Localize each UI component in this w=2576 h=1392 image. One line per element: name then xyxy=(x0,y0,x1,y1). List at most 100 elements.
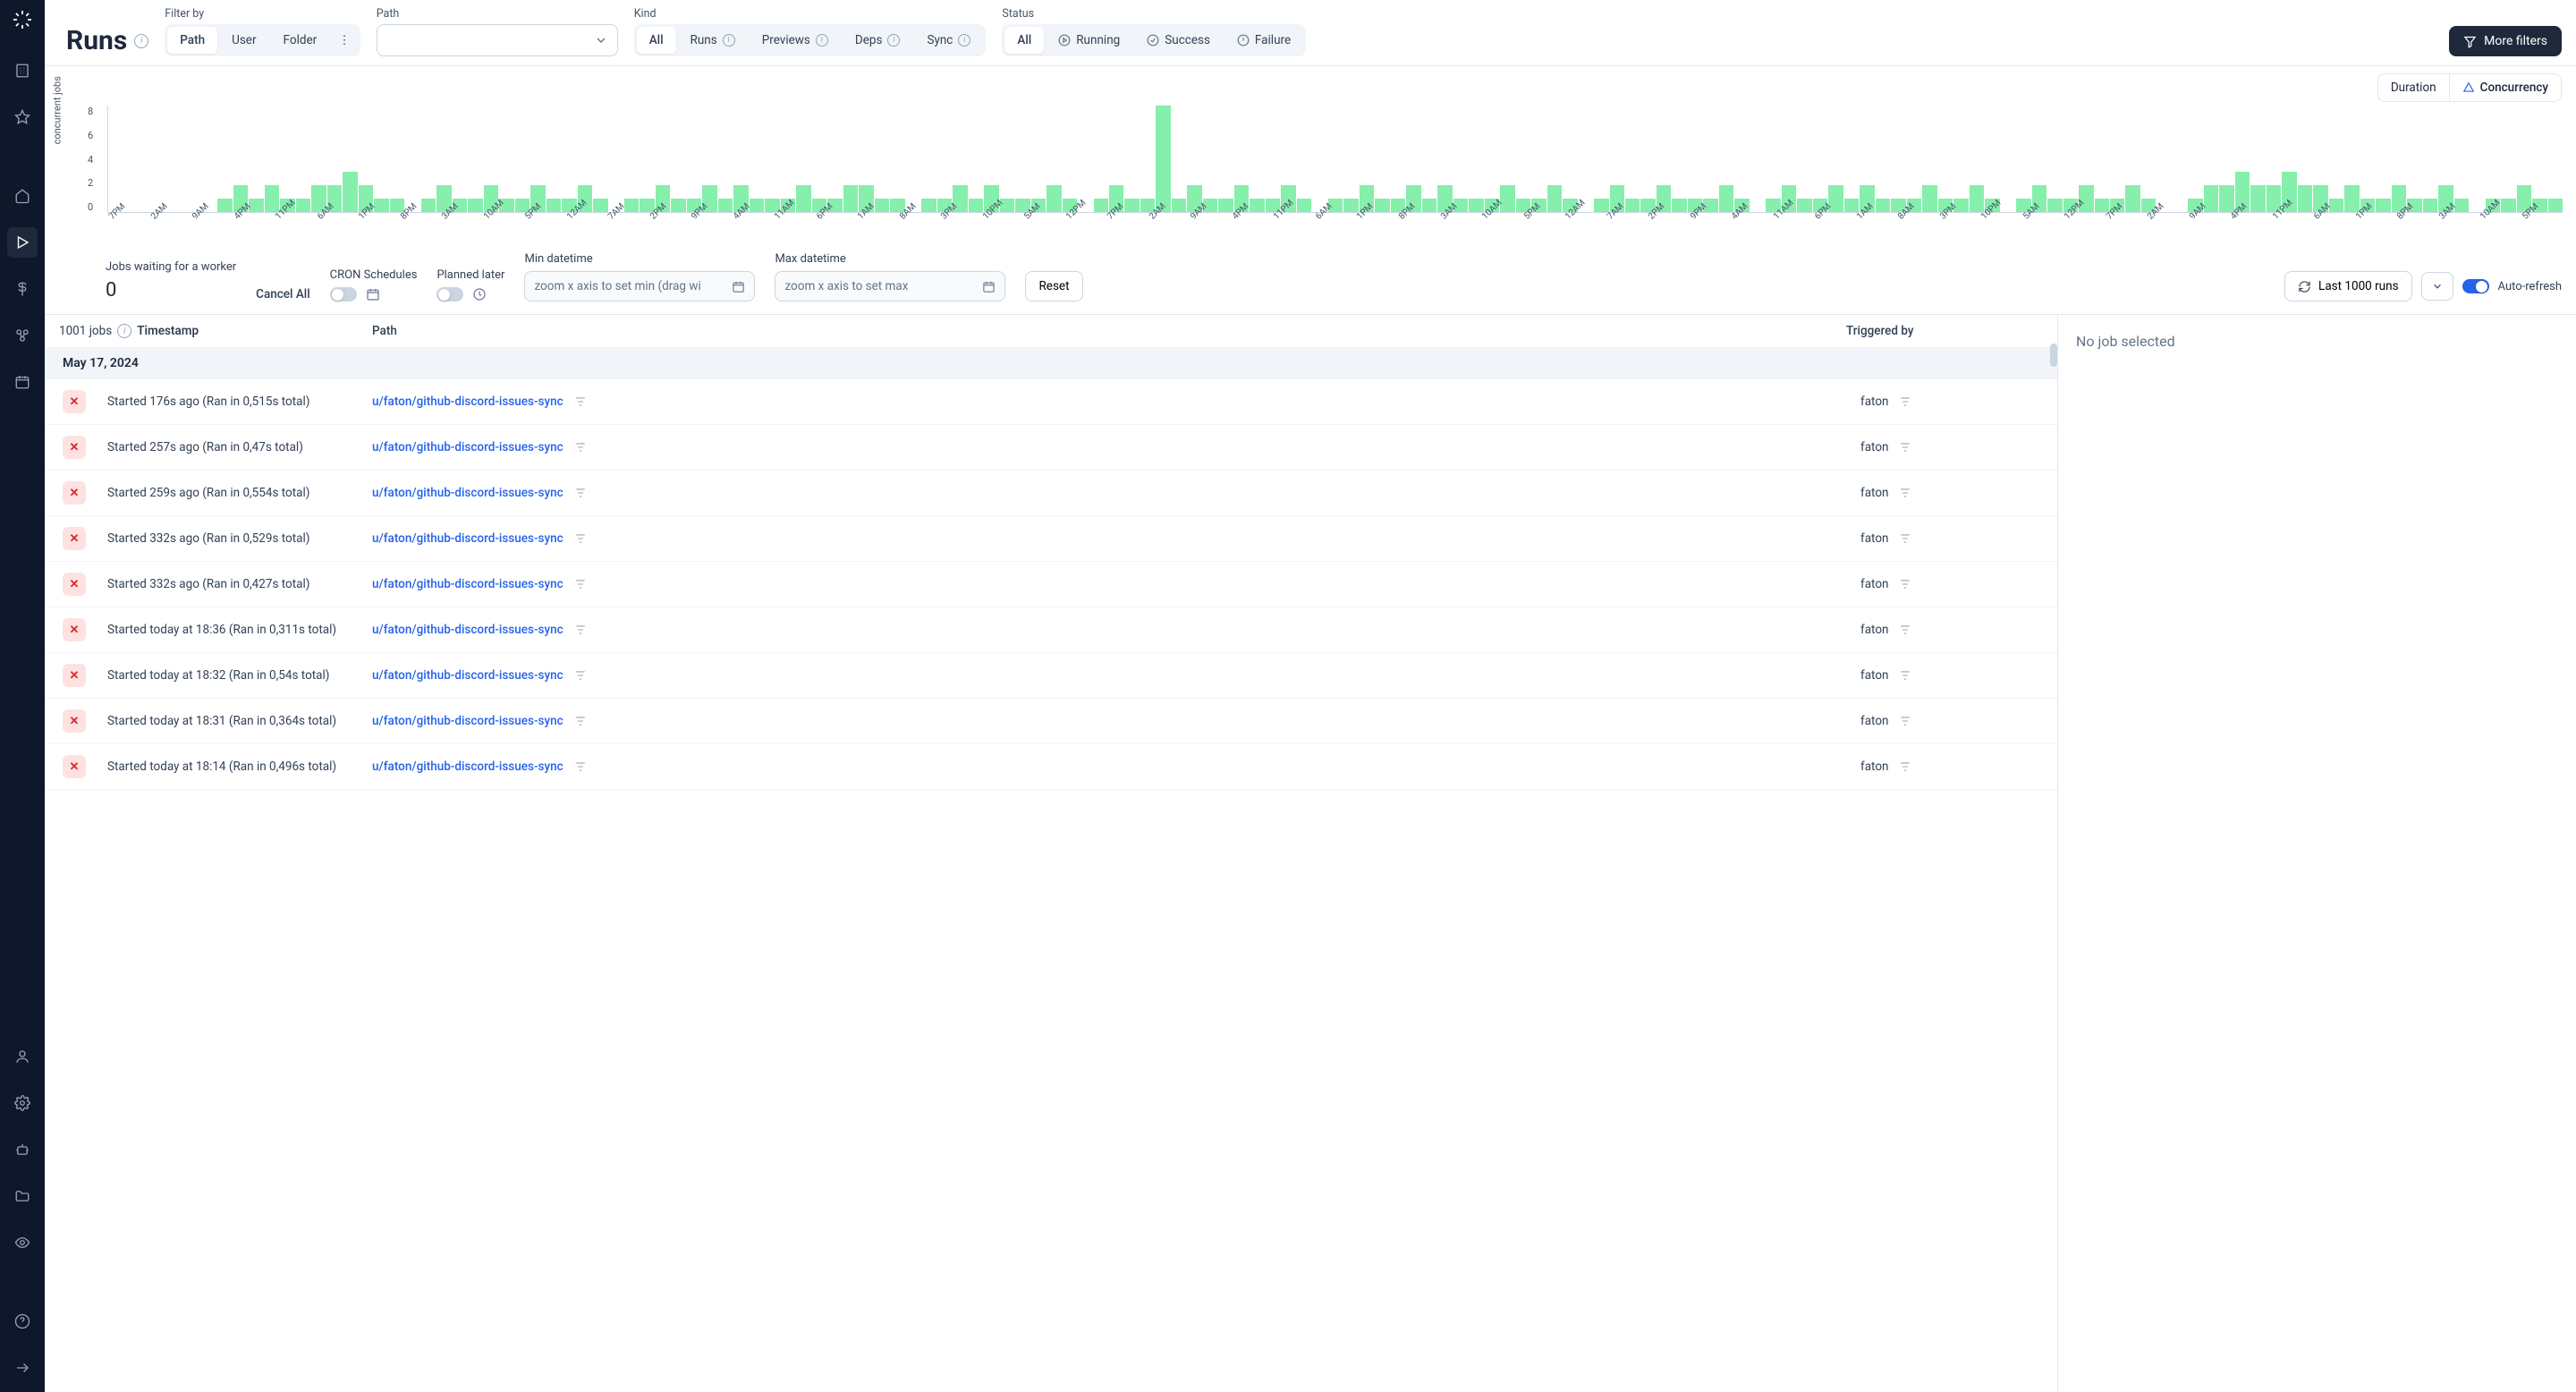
status-fail-icon: ✕ xyxy=(63,664,86,687)
status-all[interactable]: All xyxy=(1004,27,1044,54)
filter-icon[interactable] xyxy=(1899,532,1911,545)
kind-all[interactable]: All xyxy=(637,27,676,54)
run-path: u/faton/github-discord-issues-sync xyxy=(372,668,1860,683)
sidebar-eye-icon[interactable] xyxy=(7,1227,38,1258)
run-path-link[interactable]: u/faton/github-discord-issues-sync xyxy=(372,486,564,500)
status-failure[interactable]: Failure xyxy=(1224,27,1303,54)
filter-icon[interactable] xyxy=(574,441,587,454)
last-runs-dropdown[interactable] xyxy=(2421,272,2453,301)
tab-duration[interactable]: Duration xyxy=(2377,73,2450,102)
filter-icon[interactable] xyxy=(574,395,587,408)
col-triggered[interactable]: Triggered by xyxy=(1846,324,2043,338)
sidebar-user-icon[interactable] xyxy=(7,1041,38,1072)
cancel-all-button[interactable]: Cancel All xyxy=(256,287,310,301)
kind-deps[interactable]: Depsi xyxy=(843,27,913,54)
sidebar-runs-icon[interactable] xyxy=(7,227,38,258)
filter-icon[interactable] xyxy=(574,532,587,545)
table-row[interactable]: ✕ Started 332s ago (Ran in 0,529s total)… xyxy=(45,516,2057,562)
filter-by-folder[interactable]: Folder xyxy=(271,27,330,54)
run-timestamp: Started 257s ago (Ran in 0,47s total) xyxy=(107,440,372,454)
col-path[interactable]: Path xyxy=(247,324,1846,338)
filter-icon[interactable] xyxy=(574,669,587,682)
run-triggered-by: faton xyxy=(1860,440,2039,454)
run-path-link[interactable]: u/faton/github-discord-issues-sync xyxy=(372,440,564,454)
filter-icon[interactable] xyxy=(574,578,587,590)
sidebar-help-icon[interactable] xyxy=(7,1306,38,1337)
run-timestamp: Started today at 18:31 (Ran in 0,364s to… xyxy=(107,714,372,728)
last-runs-button[interactable]: Last 1000 runs xyxy=(2284,271,2411,301)
col-timestamp[interactable]: Timestamp xyxy=(137,324,199,338)
filter-icon[interactable] xyxy=(1899,715,1911,727)
scrollbar[interactable] xyxy=(2050,344,2057,367)
run-path-link[interactable]: u/faton/github-discord-issues-sync xyxy=(372,395,564,409)
jobs-waiting: Jobs waiting for a worker 0 xyxy=(106,260,236,301)
filter-icon[interactable] xyxy=(1899,487,1911,499)
run-path-link[interactable]: u/faton/github-discord-issues-sync xyxy=(372,714,564,728)
table-row[interactable]: ✕ Started 259s ago (Ran in 0,554s total)… xyxy=(45,471,2057,516)
max-dt-col: Max datetime zoom x axis to set max xyxy=(775,252,1005,301)
logo-icon xyxy=(12,9,33,30)
auto-refresh-toggle[interactable] xyxy=(2462,279,2489,293)
filter-icon[interactable] xyxy=(1899,760,1911,773)
refresh-icon xyxy=(2298,280,2311,293)
run-path-link[interactable]: u/faton/github-discord-issues-sync xyxy=(372,760,564,774)
kind-previews[interactable]: Previewsi xyxy=(750,27,841,54)
max-datetime-input[interactable]: zoom x axis to set max xyxy=(775,271,1005,301)
sidebar-home-icon[interactable] xyxy=(7,181,38,211)
status-running[interactable]: Running xyxy=(1046,27,1132,54)
path-select[interactable] xyxy=(377,24,618,56)
sidebar-dollar-icon[interactable] xyxy=(7,274,38,304)
run-path-link[interactable]: u/faton/github-discord-issues-sync xyxy=(372,577,564,591)
table-row[interactable]: ✕ Started 176s ago (Ran in 0,515s total)… xyxy=(45,379,2057,425)
filter-icon[interactable] xyxy=(1899,578,1911,590)
run-path-link[interactable]: u/faton/github-discord-issues-sync xyxy=(372,531,564,546)
table-row[interactable]: ✕ Started today at 18:14 (Ran in 0,496s … xyxy=(45,744,2057,790)
planned-toggle[interactable] xyxy=(436,287,463,301)
filter-icon[interactable] xyxy=(574,715,587,727)
kind-label: Kind xyxy=(634,7,987,21)
table-row[interactable]: ✕ Started today at 18:31 (Ran in 0,364s … xyxy=(45,699,2057,744)
filter-icon[interactable] xyxy=(574,760,587,773)
more-filters-button[interactable]: More filters xyxy=(2449,26,2562,56)
kind-runs[interactable]: Runsi xyxy=(678,27,748,54)
table-row[interactable]: ✕ Started today at 18:36 (Ran in 0,311s … xyxy=(45,607,2057,653)
sidebar-logout-icon[interactable] xyxy=(7,1353,38,1383)
run-timestamp: Started 176s ago (Ran in 0,515s total) xyxy=(107,395,372,409)
run-triggered-by: faton xyxy=(1860,714,2039,728)
table-row[interactable]: ✕ Started 257s ago (Ran in 0,47s total) … xyxy=(45,425,2057,471)
min-datetime-input[interactable]: zoom x axis to set min (drag wi xyxy=(524,271,755,301)
filter-icon[interactable] xyxy=(1899,441,1911,454)
run-path-link[interactable]: u/faton/github-discord-issues-sync xyxy=(372,668,564,683)
cron-toggle[interactable] xyxy=(330,287,357,301)
table-row[interactable]: ✕ Started today at 18:32 (Ran in 0,54s t… xyxy=(45,653,2057,699)
sidebar-building-icon[interactable] xyxy=(7,55,38,86)
sidebar-resources-icon[interactable] xyxy=(7,320,38,351)
run-path: u/faton/github-discord-issues-sync xyxy=(372,577,1860,591)
filter-icon[interactable] xyxy=(1899,624,1911,636)
sidebar-calendar-icon[interactable] xyxy=(7,367,38,397)
kind-sync[interactable]: Synci xyxy=(914,27,983,54)
filter-icon[interactable] xyxy=(574,624,587,636)
filter-icon[interactable] xyxy=(1899,669,1911,682)
filter-icon[interactable] xyxy=(1899,395,1911,408)
info-icon[interactable]: i xyxy=(134,34,148,48)
concurrency-chart[interactable]: concurrent jobs 86420 7PM2AM9AM4PM11PM6A… xyxy=(107,106,2562,240)
status-success[interactable]: Success xyxy=(1134,27,1223,54)
filter-by-user[interactable]: User xyxy=(219,27,268,54)
sidebar-robot-icon[interactable] xyxy=(7,1134,38,1165)
filter-by-group: Filter by Path User Folder ⋮ xyxy=(165,7,360,56)
reset-button[interactable]: Reset xyxy=(1025,271,1082,301)
run-path: u/faton/github-discord-issues-sync xyxy=(372,486,1860,500)
sidebar-folder-icon[interactable] xyxy=(7,1181,38,1211)
sidebar-settings-icon[interactable] xyxy=(7,1088,38,1118)
run-path-link[interactable]: u/faton/github-discord-issues-sync xyxy=(372,623,564,637)
max-dt-label: Max datetime xyxy=(775,252,1005,266)
filter-by-more-icon[interactable]: ⋮ xyxy=(331,27,358,54)
info-icon[interactable]: i xyxy=(117,324,131,338)
sidebar-star-icon[interactable] xyxy=(7,102,38,132)
tab-concurrency[interactable]: Concurrency xyxy=(2450,73,2562,102)
table-row[interactable]: ✕ Started 332s ago (Ran in 0,427s total)… xyxy=(45,562,2057,607)
filter-icon[interactable] xyxy=(574,487,587,499)
filter-by-path[interactable]: Path xyxy=(167,27,217,54)
status-segment: All Running Success Failure xyxy=(1002,24,1306,56)
